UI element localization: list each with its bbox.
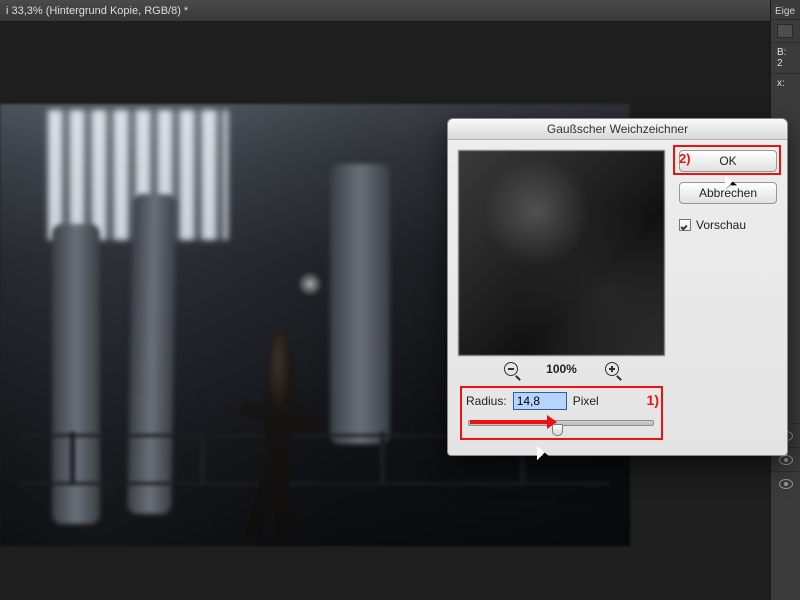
panel-row-width: B: 2 xyxy=(771,42,800,73)
zoom-level: 100% xyxy=(546,362,577,376)
image-region xyxy=(330,164,390,444)
annotation-label: 2) xyxy=(679,151,691,166)
zoom-controls: 100% xyxy=(458,362,665,376)
blur-preview[interactable] xyxy=(458,150,665,356)
image-region xyxy=(127,194,177,515)
image-region xyxy=(52,224,100,524)
image-region xyxy=(380,432,385,484)
image-region xyxy=(70,432,75,484)
zoom-out-icon[interactable] xyxy=(504,362,518,376)
checkbox-icon xyxy=(679,219,691,231)
preview-checkbox[interactable]: Vorschau xyxy=(679,218,746,232)
panel-title: Eige xyxy=(771,4,800,19)
annotation-label: 1) xyxy=(647,392,659,408)
eye-icon xyxy=(779,479,793,489)
layer-visibility[interactable] xyxy=(771,471,800,495)
panel-row xyxy=(771,19,800,42)
radius-control: 1) Radius: Pixel xyxy=(458,386,665,442)
gaussian-blur-dialog: Gaußscher Weichzeichner 100% 2) OK Abbre… xyxy=(447,118,788,456)
document-title: i 33,3% (Hintergrund Kopie, RGB/8) * xyxy=(0,0,800,22)
zoom-in-icon[interactable] xyxy=(605,362,619,376)
annotation-arrow xyxy=(470,420,548,424)
slider-thumb[interactable] xyxy=(552,424,563,436)
eye-icon xyxy=(779,455,793,465)
panel-row-x: x: xyxy=(771,73,800,93)
image-region xyxy=(200,432,205,484)
properties-icon xyxy=(777,24,793,38)
annotation-box: 2) xyxy=(673,145,781,175)
preview-label: Vorschau xyxy=(696,218,746,232)
dialog-title: Gaußscher Weichzeichner xyxy=(448,119,787,140)
